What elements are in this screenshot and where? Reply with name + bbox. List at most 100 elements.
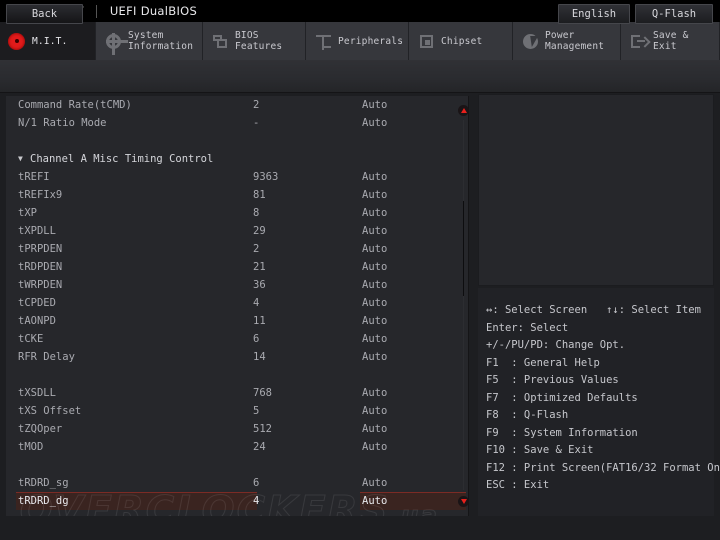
setting-name: tPRPDEN bbox=[18, 240, 62, 258]
help-line: F5 : Previous Values bbox=[478, 372, 714, 390]
setting-name: tWRPDEN bbox=[18, 276, 62, 294]
scroll-up-button[interactable] bbox=[458, 105, 469, 116]
help-line: F12 : Print Screen(FAT16/32 Format Only) bbox=[478, 460, 714, 478]
sub-toolbar bbox=[0, 60, 720, 93]
tab-power-management[interactable]: Power Management bbox=[513, 22, 621, 60]
setting-option[interactable]: Auto bbox=[362, 474, 387, 492]
power-bolt-icon bbox=[521, 32, 540, 51]
help-line: F9 : System Information bbox=[478, 425, 714, 443]
settings-row[interactable]: tXPDLL29Auto bbox=[6, 222, 469, 240]
setting-value: 8 bbox=[253, 204, 259, 222]
settings-row[interactable]: tXS Offset 5 Auto bbox=[6, 402, 469, 420]
setting-value: 512 bbox=[253, 420, 272, 438]
setting-option[interactable]: Auto bbox=[362, 402, 387, 420]
setting-value: 2 bbox=[253, 96, 259, 114]
setting-value: 81 bbox=[253, 186, 266, 204]
settings-row[interactable]: Command Rate(tCMD) 2 Auto bbox=[6, 96, 469, 114]
setting-name: tRDPDEN bbox=[18, 258, 62, 276]
settings-row[interactable]: tAONPD 11 Auto bbox=[6, 312, 469, 330]
setting-name: tAONPD bbox=[18, 312, 56, 330]
setting-value: 6 bbox=[253, 330, 259, 348]
setting-option[interactable]: Auto bbox=[362, 168, 387, 186]
tab-label: BIOS Features bbox=[230, 30, 282, 52]
setting-option[interactable]: Auto bbox=[362, 348, 387, 366]
section-title: Channel A Misc Timing Control bbox=[30, 150, 213, 168]
settings-row[interactable]: N/1 Ratio Mode-Auto bbox=[6, 114, 469, 132]
tab-save-exit[interactable]: Save & Exit bbox=[621, 22, 720, 60]
setting-option[interactable]: Auto bbox=[362, 258, 387, 276]
settings-section-header[interactable]: ▼Channel A Misc Timing Control bbox=[6, 150, 469, 168]
tab-label: System Information bbox=[123, 30, 193, 52]
setting-value: 768 bbox=[253, 384, 272, 402]
list-spacer bbox=[6, 132, 469, 150]
triangle-down-icon bbox=[461, 499, 467, 504]
settings-row-selected[interactable]: tRDRD_dg4Auto bbox=[6, 492, 469, 510]
setting-value: 4 bbox=[253, 492, 259, 510]
list-spacer bbox=[6, 456, 469, 474]
setting-name: tREFIx9 bbox=[18, 186, 62, 204]
bottom-strip bbox=[0, 516, 720, 540]
tab-label: Peripherals bbox=[333, 36, 403, 47]
setting-option[interactable]: Auto bbox=[362, 96, 387, 114]
settings-list[interactable]: Command Rate(tCMD)2AutoN/1 Ratio Mode-Au… bbox=[6, 96, 469, 516]
setting-value: 11 bbox=[253, 312, 266, 330]
description-panel bbox=[478, 94, 714, 286]
settings-row[interactable]: tXP8Auto bbox=[6, 204, 469, 222]
gear-icon bbox=[104, 32, 123, 51]
tab-system-information[interactable]: System Information bbox=[96, 22, 203, 60]
back-button[interactable]: Back bbox=[6, 4, 83, 24]
settings-row[interactable]: tZQOper 512 Auto bbox=[6, 420, 469, 438]
setting-option[interactable]: Auto bbox=[362, 186, 387, 204]
tab-m-i-t[interactable]: M.I.T. bbox=[0, 22, 96, 60]
setting-option[interactable]: Auto bbox=[362, 420, 387, 438]
scroll-down-button[interactable] bbox=[458, 496, 469, 507]
settings-row[interactable]: tCPDED4Auto bbox=[6, 294, 469, 312]
settings-row[interactable]: tWRPDEN36Auto bbox=[6, 276, 469, 294]
setting-name: tXS Offset bbox=[18, 402, 81, 420]
setting-value: 21 bbox=[253, 258, 266, 276]
language-button[interactable]: English bbox=[558, 4, 630, 24]
settings-row[interactable]: RFR Delay14Auto bbox=[6, 348, 469, 366]
setting-value: 2 bbox=[253, 240, 259, 258]
settings-row[interactable]: tRDRD_sg 6 Auto bbox=[6, 474, 469, 492]
setting-value: 6 bbox=[253, 474, 259, 492]
tab-label: Power Management bbox=[540, 30, 604, 52]
setting-option[interactable]: Auto bbox=[362, 240, 387, 258]
settings-row[interactable]: tXSDLL768Auto bbox=[6, 384, 469, 402]
mit-target-icon bbox=[8, 32, 27, 51]
tab-peripherals[interactable]: Peripherals bbox=[306, 22, 409, 60]
setting-name: tCPDED bbox=[18, 294, 56, 312]
settings-row[interactable]: tREFI9363Auto bbox=[6, 168, 469, 186]
bios-screen: GIGABYTE™ UEFI DualBIOS M.I.T.System Inf… bbox=[0, 0, 720, 540]
setting-value: 5 bbox=[253, 402, 259, 420]
peripherals-icon bbox=[314, 32, 333, 51]
tab-bios-features[interactable]: BIOS Features bbox=[203, 22, 306, 60]
setting-option[interactable]: Auto bbox=[362, 492, 387, 510]
settings-row[interactable]: tREFIx9 81 Auto bbox=[6, 186, 469, 204]
settings-row[interactable]: tMOD24Auto bbox=[6, 438, 469, 456]
settings-row[interactable]: tPRPDEN 2 Auto bbox=[6, 240, 469, 258]
chipset-icon bbox=[417, 32, 436, 51]
setting-name: tZQOper bbox=[18, 420, 62, 438]
setting-option[interactable]: Auto bbox=[362, 114, 387, 132]
setting-option[interactable]: Auto bbox=[362, 204, 387, 222]
setting-name: tREFI bbox=[18, 168, 50, 186]
setting-name: tXPDLL bbox=[18, 222, 56, 240]
scrollbar-thumb[interactable] bbox=[463, 201, 464, 296]
setting-option[interactable]: Auto bbox=[362, 276, 387, 294]
setting-option[interactable]: Auto bbox=[362, 294, 387, 312]
qflash-button[interactable]: Q-Flash bbox=[635, 4, 713, 24]
settings-row[interactable]: tRDPDEN 21 Auto bbox=[6, 258, 469, 276]
setting-name: Command Rate(tCMD) bbox=[18, 96, 132, 114]
setting-option[interactable]: Auto bbox=[362, 312, 387, 330]
scrollbar-track[interactable] bbox=[463, 120, 464, 490]
setting-option[interactable]: Auto bbox=[362, 222, 387, 240]
setting-option[interactable]: Auto bbox=[362, 330, 387, 348]
brand-subtitle: UEFI DualBIOS bbox=[110, 4, 197, 18]
setting-option[interactable]: Auto bbox=[362, 438, 387, 456]
setting-option[interactable]: Auto bbox=[362, 384, 387, 402]
tab-chipset[interactable]: Chipset bbox=[409, 22, 513, 60]
settings-row[interactable]: tCKE6Auto bbox=[6, 330, 469, 348]
setting-name: tRDRD_sg bbox=[18, 474, 69, 492]
settings-scrollbar[interactable] bbox=[455, 96, 469, 516]
